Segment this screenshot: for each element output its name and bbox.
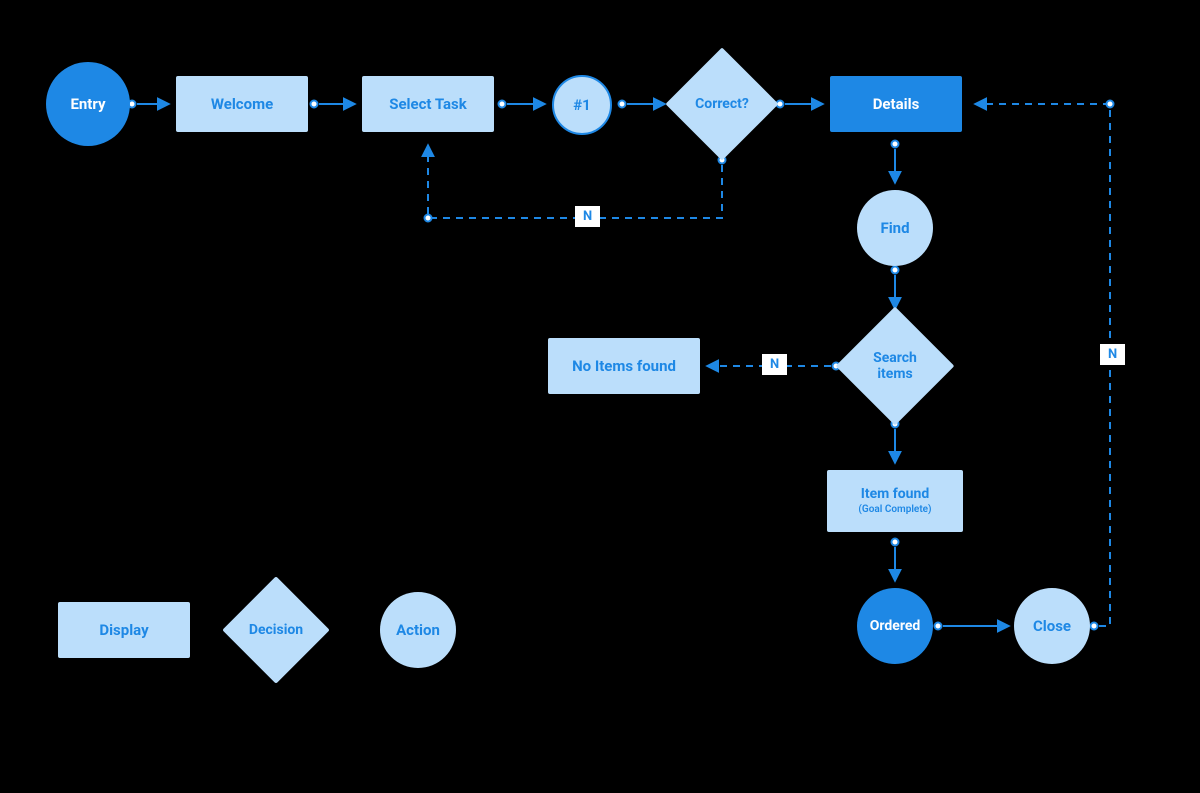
node-hash1: #1 xyxy=(552,75,612,135)
node-welcome-label: Welcome xyxy=(211,95,273,113)
node-details-label: Details xyxy=(873,95,920,113)
legend-display: Display xyxy=(58,602,190,658)
node-search-label: Search items xyxy=(860,350,930,382)
node-select-task-label: Select Task xyxy=(389,95,467,113)
node-entry-label: Entry xyxy=(70,95,105,113)
node-select-task: Select Task xyxy=(362,76,494,132)
edge-label-search-no: N xyxy=(762,354,787,375)
node-no-items: No Items found xyxy=(548,338,700,394)
edge-label-close-no: N xyxy=(1100,344,1125,365)
legend-action-label: Action xyxy=(396,621,440,639)
legend-action: Action xyxy=(380,592,456,668)
node-search-items: Search items xyxy=(853,324,937,408)
node-correct-label: Correct? xyxy=(695,96,749,112)
legend-decision-label: Decision xyxy=(249,622,303,638)
node-correct: Correct? xyxy=(682,64,762,144)
node-details: Details xyxy=(830,76,962,132)
node-ordered-label: Ordered xyxy=(870,618,921,635)
node-find-label: Find xyxy=(880,219,909,237)
node-ordered: Ordered xyxy=(857,588,933,664)
node-entry: Entry xyxy=(46,62,130,146)
node-close: Close xyxy=(1014,588,1090,664)
node-find: Find xyxy=(857,190,933,266)
edge-label-correct-no: N xyxy=(575,206,600,227)
node-item-found-label: Item found xyxy=(861,486,929,503)
node-hash1-label: #1 xyxy=(573,96,591,114)
node-item-found: Item found (Goal Complete) xyxy=(827,470,963,532)
legend-display-label: Display xyxy=(99,621,148,639)
node-welcome: Welcome xyxy=(176,76,308,132)
node-no-items-label: No Items found xyxy=(572,357,676,375)
node-close-label: Close xyxy=(1033,617,1071,635)
node-item-found-sublabel: (Goal Complete) xyxy=(858,504,931,516)
legend-decision: Decision xyxy=(238,592,314,668)
